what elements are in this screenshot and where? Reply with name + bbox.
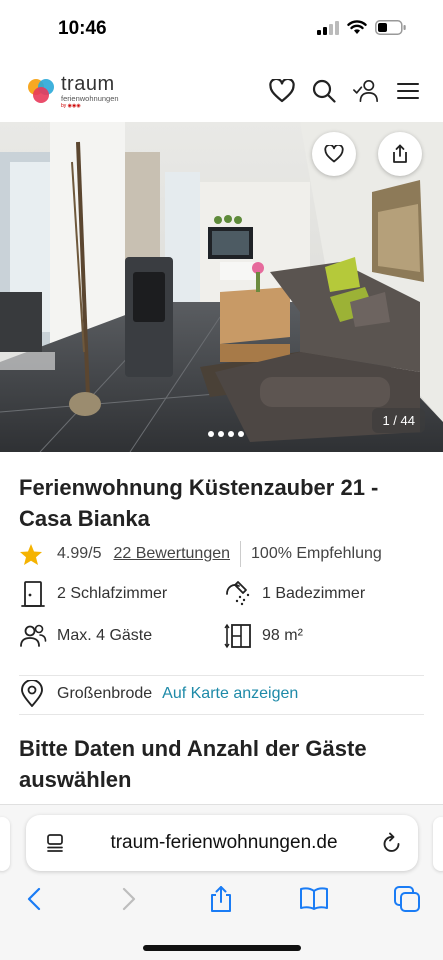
star-icon: [20, 543, 42, 565]
photo-gallery[interactable]: 1 / 44: [0, 122, 443, 452]
bedrooms-text: 2 Schlafzimmer: [57, 585, 168, 602]
previous-tab-peek[interactable]: [0, 817, 10, 871]
divider: [19, 675, 424, 676]
home-indicator[interactable]: [143, 945, 301, 951]
guests-icon: [20, 624, 47, 647]
search-button[interactable]: [311, 78, 337, 104]
bookmarks-button[interactable]: [298, 883, 330, 915]
heart-icon: [324, 145, 344, 163]
recommendation-rate: 100% Empfehlung: [251, 545, 382, 562]
status-bar: 10:46: [0, 0, 443, 60]
door-icon: [21, 581, 45, 607]
fact-bathrooms: 1 Badezimmer: [224, 580, 365, 608]
chevron-right-icon: [122, 887, 136, 911]
status-time: 10:46: [58, 18, 107, 39]
book-icon: [300, 887, 328, 910]
browser-toolbar: [0, 879, 443, 919]
pagination-dot[interactable]: [238, 431, 244, 437]
signal-icon: [317, 20, 339, 35]
rating-row: 4.99/5 22 Bewertungen 100% Empfehlung: [19, 540, 382, 568]
bathrooms-text: 1 Badezimmer: [262, 585, 366, 602]
search-icon: [312, 79, 336, 103]
traum-logo[interactable]: traum ferienwohnungen by ◉◉◉: [26, 74, 119, 109]
pagination-dot[interactable]: [228, 431, 234, 437]
favorite-listing-button[interactable]: [312, 132, 356, 176]
user-check-icon: [353, 79, 378, 103]
menu-button[interactable]: [395, 78, 421, 104]
pagination-dot[interactable]: [208, 431, 214, 437]
forward-button[interactable]: [113, 883, 145, 915]
chevron-left-icon: [27, 887, 41, 911]
back-button[interactable]: [18, 883, 50, 915]
site-header: traum ferienwohnungen by ◉◉◉: [0, 60, 443, 122]
show-on-map-link[interactable]: Auf Karte anzeigen: [162, 685, 298, 703]
rating-value: 4.99/5: [57, 545, 102, 562]
guests-text: Max. 4 Gäste: [57, 627, 153, 644]
address-bar[interactable]: traum-ferienwohnungen.de: [26, 815, 418, 871]
favorites-button[interactable]: [269, 78, 295, 104]
share-icon: [211, 886, 231, 912]
shower-icon: [226, 581, 250, 606]
battery-icon: [375, 20, 406, 35]
fact-size: 98 m²: [224, 622, 303, 650]
url-text[interactable]: traum-ferienwohnungen.de: [66, 832, 382, 854]
page-menu-icon[interactable]: [46, 833, 66, 853]
share-button[interactable]: [205, 883, 237, 915]
hamburger-menu-icon: [397, 83, 419, 99]
share-listing-button[interactable]: [378, 132, 422, 176]
living-room-photo: [0, 122, 443, 452]
browser-chrome: traum-ferienwohnungen.de: [0, 804, 443, 960]
status-icons: [317, 20, 407, 35]
fact-guests: Max. 4 Gäste: [19, 622, 152, 650]
logo-by-text: by ◉◉◉: [61, 102, 81, 109]
pagination-dot[interactable]: [218, 431, 224, 437]
share-icon: [393, 144, 407, 163]
size-text: 98 m²: [262, 627, 303, 644]
divider: [19, 714, 424, 715]
image-counter: 1 / 44: [372, 408, 425, 433]
listing-title: Ferienwohnung Küstenzauber 21 - Casa Bia…: [19, 475, 379, 531]
reload-icon[interactable]: [382, 832, 402, 854]
fact-bedrooms: 2 Schlafzimmer: [19, 580, 167, 608]
location-row: Großenbrode Auf Karte anzeigen: [19, 680, 298, 708]
next-tab-peek[interactable]: [433, 817, 443, 871]
gallery-pagination-dots[interactable]: [208, 431, 244, 437]
logo-subtext: ferienwohnungen: [61, 94, 119, 103]
location-pin-icon: [21, 680, 43, 707]
location-text: Großenbrode: [57, 685, 153, 702]
wifi-icon: [347, 20, 367, 34]
account-button[interactable]: [353, 78, 379, 104]
floor-area-icon: [224, 623, 251, 649]
logo-mark-icon: [28, 79, 54, 104]
rating-separator: [240, 541, 242, 567]
booking-heading: Bitte Daten und Anzahl der Gäste auswähl…: [19, 736, 367, 792]
heart-icon: [269, 79, 295, 103]
reviews-link[interactable]: 22 Bewertungen: [113, 545, 230, 563]
logo-text: traum: [61, 73, 115, 95]
tabs-button[interactable]: [391, 883, 423, 915]
tabs-icon: [394, 886, 420, 912]
